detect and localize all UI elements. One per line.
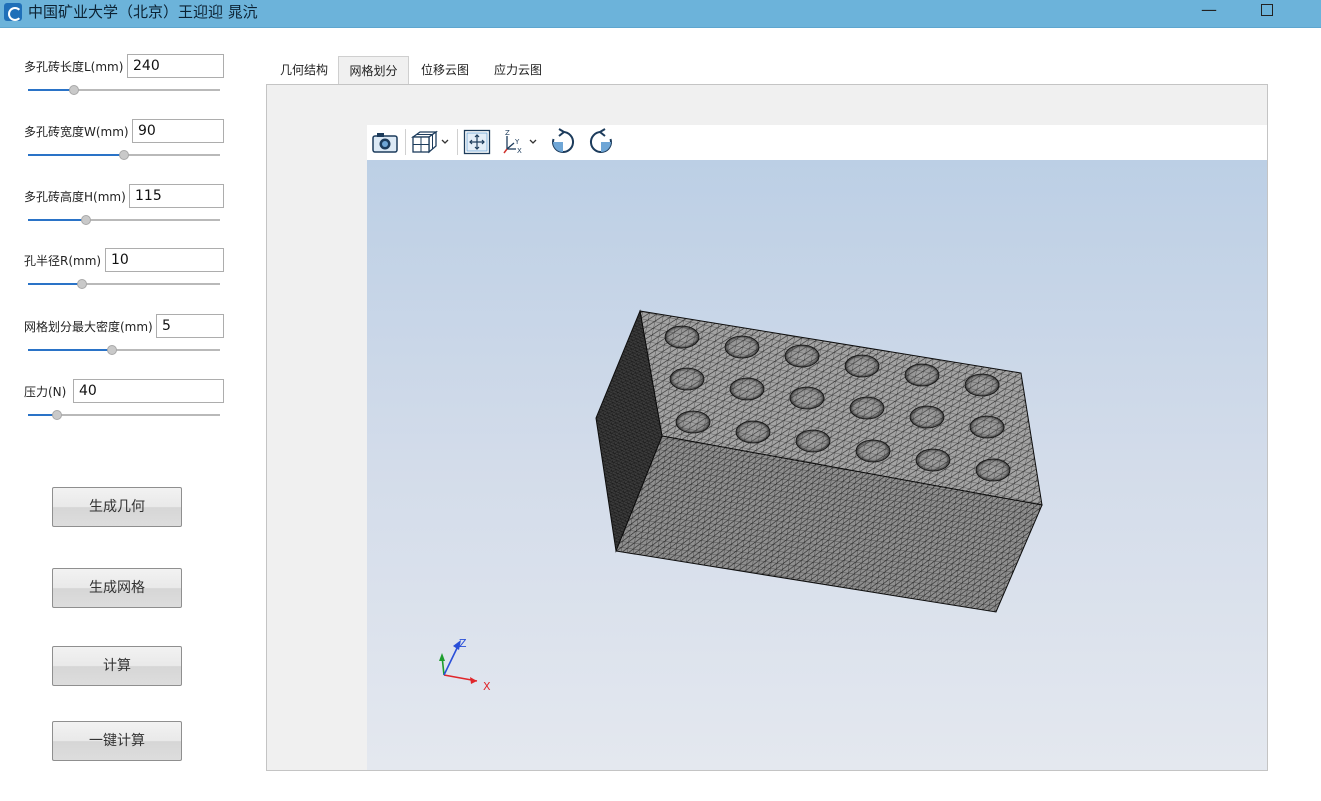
- mesh-render: X Z: [439, 309, 1043, 693]
- view-cube-icon: [410, 130, 438, 154]
- width-slider[interactable]: [28, 149, 220, 161]
- param-mesh-density: 网格划分最大密度(mm): [24, 314, 224, 338]
- axis-triad: X Z: [439, 637, 491, 693]
- view-mode-dropdown[interactable]: [439, 127, 451, 157]
- tab-stress[interactable]: 应力云图: [484, 56, 552, 85]
- param-width-label: 多孔砖宽度W(mm): [24, 125, 129, 139]
- param-radius-label: 孔半径R(mm): [24, 254, 102, 268]
- slider-thumb[interactable]: [76, 279, 87, 289]
- one-click-compute-button[interactable]: 一键计算: [52, 721, 182, 761]
- maximize-button[interactable]: [1244, 0, 1290, 28]
- slider-thumb[interactable]: [107, 345, 118, 355]
- mesh-density-slider[interactable]: [28, 344, 220, 356]
- fit-view-icon: [463, 129, 491, 155]
- svg-text:Y: Y: [514, 138, 520, 146]
- param-length: 多孔砖长度L(mm): [24, 54, 224, 78]
- viewer-toolbar: Z Y X: [367, 125, 1267, 160]
- chevron-down-icon: [441, 139, 449, 144]
- camera-icon: [372, 133, 398, 153]
- param-height-label: 多孔砖高度H(mm): [24, 190, 126, 204]
- minimize-button[interactable]: —: [1186, 0, 1232, 28]
- tab-displacement[interactable]: 位移云图: [411, 56, 479, 85]
- slider-fill: [28, 154, 124, 156]
- title-bar: 中国矿业大学（北京）王迎迎 晁沆 —: [0, 0, 1321, 28]
- slider-thumb[interactable]: [119, 150, 129, 160]
- slider-thumb[interactable]: [69, 85, 80, 95]
- width-input[interactable]: [132, 119, 224, 143]
- param-pressure: 压力(N): [24, 379, 224, 403]
- chevron-down-icon: [529, 139, 537, 144]
- viewer-canvas[interactable]: X Z: [367, 160, 1267, 770]
- z-axis-label: Z: [459, 637, 467, 650]
- x-axis-label: X: [483, 680, 491, 693]
- compute-button[interactable]: 计算: [52, 646, 182, 686]
- view-mode-button[interactable]: [409, 127, 439, 157]
- axes-icon: Z Y X: [503, 129, 522, 155]
- toolbar-separator: [405, 129, 406, 155]
- param-radius: 孔半径R(mm): [24, 248, 224, 272]
- svg-text:Z: Z: [505, 129, 510, 137]
- length-input[interactable]: [127, 54, 224, 78]
- screenshot-button[interactable]: [369, 127, 401, 157]
- mesh-viewer: Z Y X X Z: [367, 125, 1267, 770]
- radius-slider[interactable]: [28, 278, 220, 290]
- window-title: 中国矿业大学（北京）王迎迎 晁沆: [28, 3, 258, 21]
- rotate-cw-button[interactable]: [547, 127, 579, 157]
- mesh-density-input[interactable]: [156, 314, 224, 338]
- axes-button[interactable]: Z Y X: [501, 127, 527, 157]
- param-width: 多孔砖宽度W(mm): [24, 119, 224, 143]
- slider-fill: [28, 283, 82, 285]
- minimize-icon: —: [1201, 0, 1217, 19]
- pressure-input[interactable]: [73, 379, 224, 403]
- toolbar-separator: [457, 129, 458, 155]
- slider-thumb[interactable]: [51, 410, 62, 420]
- pressure-slider[interactable]: [28, 409, 220, 421]
- param-height: 多孔砖高度H(mm): [24, 184, 224, 208]
- radius-input[interactable]: [105, 248, 224, 272]
- slider-fill: [28, 89, 75, 91]
- rotate-ccw-icon: [589, 128, 612, 153]
- slider-fill: [28, 219, 86, 221]
- tab-mesh[interactable]: 网格划分: [338, 56, 409, 85]
- slider-fill: [28, 349, 113, 351]
- param-length-label: 多孔砖长度L(mm): [24, 60, 124, 74]
- tab-geometry[interactable]: 几何结构: [270, 56, 338, 85]
- generate-geometry-button[interactable]: 生成几何: [52, 487, 182, 527]
- maximize-icon: [1261, 4, 1273, 16]
- param-pressure-label: 压力(N): [24, 385, 67, 399]
- slider-thumb[interactable]: [80, 215, 91, 225]
- axes-dropdown[interactable]: [527, 127, 539, 157]
- length-slider[interactable]: [28, 84, 220, 96]
- z-axis-arrow: [443, 643, 460, 676]
- rotate-cw-icon: [552, 128, 575, 153]
- svg-text:X: X: [517, 147, 522, 155]
- height-input[interactable]: [129, 184, 224, 208]
- app-icon: [4, 3, 22, 21]
- param-mesh-density-label: 网格划分最大密度(mm): [24, 320, 153, 334]
- height-slider[interactable]: [28, 214, 220, 226]
- fit-view-button[interactable]: [461, 127, 493, 157]
- generate-mesh-button[interactable]: 生成网格: [52, 568, 182, 608]
- rotate-ccw-button[interactable]: [585, 127, 617, 157]
